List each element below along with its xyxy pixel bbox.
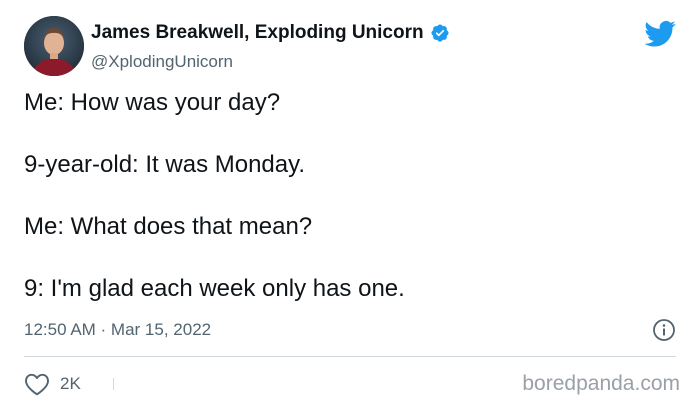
- action-separator: [112, 378, 114, 390]
- heart-icon: [24, 372, 50, 396]
- avatar-photo: [24, 16, 84, 76]
- tweet-timestamp[interactable]: 12:50 AM · Mar 15, 2022: [24, 320, 211, 340]
- like-button[interactable]: 2K: [24, 372, 81, 396]
- author-name[interactable]: James Breakwell, Exploding Unicorn: [91, 22, 424, 44]
- tweet-header: James Breakwell, Exploding Unicorn @Xplo…: [24, 16, 676, 80]
- divider: [24, 356, 676, 357]
- tweet-line: 9-year-old: It was Monday.: [24, 151, 306, 178]
- author-handle[interactable]: @XplodingUnicorn: [91, 52, 233, 72]
- tweet-line: 9: I'm glad each week only has one.: [24, 275, 405, 302]
- watermark: boredpanda.com: [522, 372, 680, 395]
- tweet-line: Me: What does that mean?: [24, 213, 313, 240]
- like-count: 2K: [60, 374, 81, 393]
- avatar[interactable]: [24, 16, 84, 76]
- tweet-body: Me: How was your day? 9-year-old: It was…: [24, 88, 664, 304]
- twitter-bird-icon[interactable]: [644, 20, 676, 48]
- tweet-meta: 12:50 AM · Mar 15, 2022: [24, 318, 676, 342]
- tweet-line: Me: How was your day?: [24, 89, 281, 116]
- info-icon[interactable]: [652, 318, 676, 342]
- tweet-actions: 2K: [24, 370, 114, 398]
- verified-badge-icon: [430, 23, 450, 43]
- author-name-row: James Breakwell, Exploding Unicorn: [91, 22, 450, 44]
